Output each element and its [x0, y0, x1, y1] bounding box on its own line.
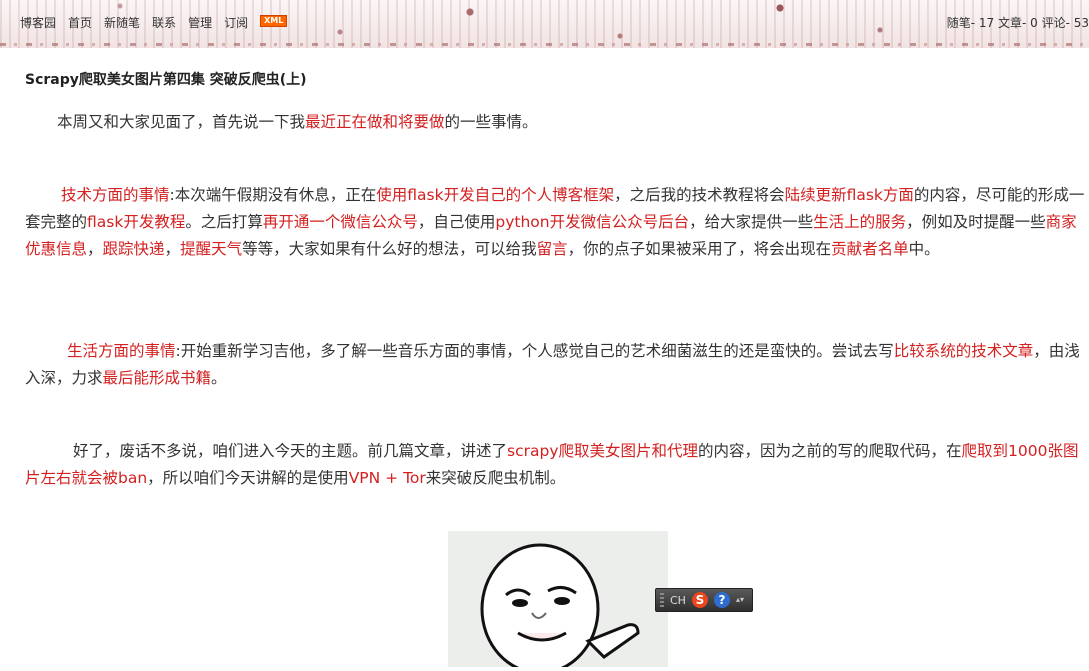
text-segment: ，之后我的技术教程将会	[614, 186, 785, 204]
paragraph-topic: 好了，废话不多说，咱们进入今天的主题。前几篇文章，讲述了scrapy爬取美女图片…	[25, 438, 1085, 492]
highlighted-phrase: 生活上的服务	[813, 213, 907, 231]
text-segment: 。	[211, 369, 227, 387]
highlighted-phrase: 比较系统的技术文章	[893, 342, 1034, 360]
nav-manage[interactable]: 管理	[188, 14, 212, 31]
text-segment: 。之后打算	[185, 213, 263, 231]
text-segment: 本周又和大家见面了，首先说一下我	[57, 113, 306, 131]
sogou-logo-icon[interactable]: S	[691, 592, 708, 608]
highlighted-phrase: 提醒天气	[180, 240, 243, 258]
text-segment: 的内容，因为之前的写的爬取代码，在	[698, 442, 962, 460]
highlighted-phrase: 使用flask开发自己的个人博客框架	[376, 186, 615, 204]
blog-stats: 随笔- 17 文章- 0 评论- 53	[946, 16, 1089, 30]
highlighted-phrase: 跟踪快递	[102, 240, 165, 258]
ime-toolbar[interactable]: CH S ? ▴▾	[655, 588, 753, 612]
highlighted-phrase: VPN + Tor	[348, 469, 426, 487]
paragraph-life: 生活方面的事情:开始重新学习吉他，多了解一些音乐方面的事情，个人感觉自己的艺术细…	[25, 338, 1085, 392]
highlighted-phrase: scrapy爬取美女图片和代理	[507, 442, 698, 460]
xml-rss-icon[interactable]: XML	[260, 15, 288, 27]
highlighted-phrase: 陆续更新flask方面	[784, 186, 914, 204]
text-segment: 好了，废话不多说，咱们进入今天的主题。前几篇文章，讲述了	[73, 442, 508, 460]
nav-cnblogs[interactable]: 博客园	[20, 14, 56, 31]
text-segment: ，给大家提供一些	[689, 213, 814, 231]
paragraph-intro: 本周又和大家见面了，首先说一下我最近正在做和将要做的一些事情。	[25, 109, 1085, 136]
nav-new-post[interactable]: 新随笔	[104, 14, 140, 31]
nav-subscribe[interactable]: 订阅	[224, 14, 248, 31]
highlighted-phrase: flask开发教程	[87, 213, 186, 231]
text-segment: ，	[87, 240, 103, 258]
highlighted-phrase: 最后能形成书籍	[102, 369, 212, 387]
highlighted-phrase: python开发微信公众号后台	[495, 213, 690, 231]
highlighted-phrase: 生活方面的事情	[67, 342, 176, 360]
text-segment: :开始重新学习吉他，多了解一些音乐方面的事情，个人感觉自己的艺术细菌滋生的还是蛮…	[175, 342, 894, 360]
highlighted-phrase: 技术方面的事情	[61, 186, 170, 204]
meme-image	[448, 531, 668, 671]
text-segment: 中。	[908, 240, 940, 258]
text-segment: 的一些事情。	[444, 113, 538, 131]
blog-header-banner: 博客园 首页 新随笔 联系 管理 订阅 XML 随笔- 17 文章- 0 评论-…	[0, 0, 1089, 48]
text-segment: 等等，大家如果有什么好的想法，可以给我	[242, 240, 537, 258]
top-nav: 博客园 首页 新随笔 联系 管理 订阅 XML	[20, 14, 288, 31]
highlighted-phrase: 再开通一个微信公众号	[262, 213, 418, 231]
meme-face-icon	[480, 543, 640, 671]
text-segment: :本次端午假期没有休息，正在	[169, 186, 377, 204]
nav-home[interactable]: 首页	[68, 14, 92, 31]
highlighted-phrase: 最近正在做和将要做	[305, 113, 445, 131]
text-segment: ，你的点子如果被采用了，将会出现在	[567, 240, 832, 258]
text-segment: ，例如及时提醒一些	[906, 213, 1046, 231]
text-segment: ，所以咱们今天讲解的是使用	[147, 469, 349, 487]
text-segment: 来突破反爬虫机制。	[425, 469, 566, 487]
nav-contact[interactable]: 联系	[152, 14, 176, 31]
text-segment: ，	[164, 240, 181, 258]
help-icon[interactable]: ?	[713, 592, 730, 608]
paragraph-tech: 技术方面的事情:本次端午假期没有休息，正在使用flask开发自己的个人博客框架，…	[25, 182, 1085, 263]
highlighted-phrase: 贡献者名单	[831, 240, 909, 258]
post-title[interactable]: Scrapy爬取美女图片第四集 突破反爬虫(上)	[25, 69, 307, 89]
text-segment: ，自己使用	[417, 213, 496, 231]
highlighted-phrase: 留言	[536, 240, 568, 258]
expand-arrows-icon[interactable]: ▴▾	[736, 596, 744, 604]
ime-language-label[interactable]: CH	[670, 594, 686, 607]
drag-handle-icon[interactable]	[660, 593, 664, 607]
